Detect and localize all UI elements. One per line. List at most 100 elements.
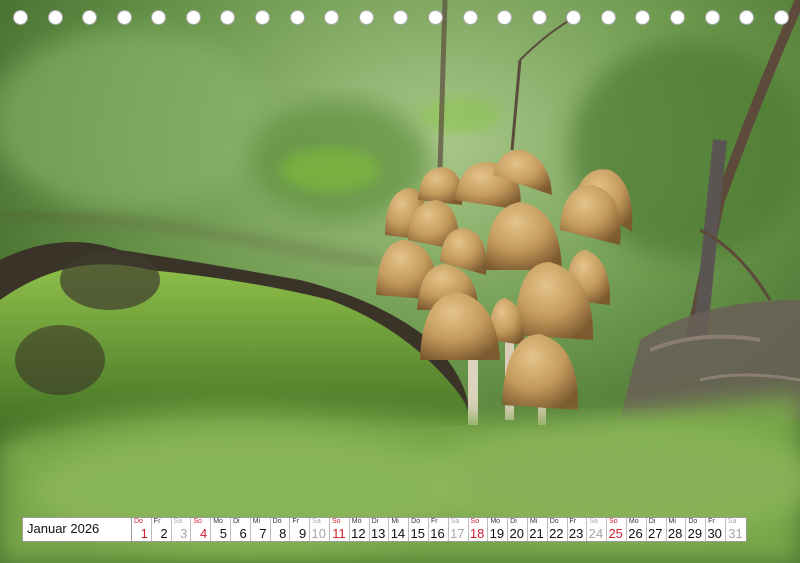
day-cell: Fr 30 (706, 518, 726, 541)
day-cell: So 18 (469, 518, 489, 541)
day-number: 3 (180, 526, 188, 541)
binding-hole (47, 10, 63, 25)
binding-hole (600, 10, 616, 25)
day-cell: Mi 28 (667, 518, 687, 541)
day-number: 5 (219, 526, 227, 541)
day-cell: Mi 14 (389, 518, 410, 541)
day-cell: So 11 (330, 518, 350, 541)
day-cell: Di 20 (508, 518, 528, 541)
day-cell: Fr 9 (290, 518, 311, 541)
weekday-label: So (193, 518, 202, 525)
day-cell: Mi 21 (528, 518, 548, 541)
weekday-label: So (470, 518, 480, 525)
day-number: 6 (239, 526, 247, 541)
day-number: 7 (259, 526, 267, 541)
weekday-label: So (331, 518, 341, 525)
weekday-label: Sa (589, 518, 598, 525)
binding-hole (462, 10, 478, 25)
day-cell: So 4 (191, 518, 212, 541)
binding-hole (635, 10, 651, 25)
day-cell: Sa 17 (449, 518, 469, 541)
day-cell: So 25 (607, 518, 627, 541)
day-number: 30 (707, 526, 722, 541)
day-cell: Fr 16 (429, 518, 449, 541)
binding-hole (151, 10, 167, 25)
day-cell: Mo 26 (627, 518, 647, 541)
day-cell: Mi 7 (251, 518, 271, 541)
weekday-label: Fr (430, 518, 438, 525)
day-number: 1 (140, 526, 148, 541)
binding-hole (427, 10, 443, 25)
binding-hole (531, 10, 547, 25)
binding-hole (566, 10, 582, 25)
calendar-strip: Januar 2026 Do 1 Fr 2 Sa 3 So 4 Mo 5 Di 6 Mi 7 Do 8 Fr 9 S… (22, 517, 747, 542)
day-number: 27 (648, 526, 663, 541)
day-number: 24 (588, 526, 604, 541)
weekday-label: Di (371, 518, 379, 525)
day-cell: Do 15 (409, 518, 429, 541)
day-cell: Di 27 (647, 518, 667, 541)
weekday-label: Di (510, 518, 517, 525)
day-number: 13 (370, 526, 386, 541)
weekday-label: Do (549, 518, 559, 525)
binding-hole (220, 10, 236, 25)
weekday-label: Mi (668, 518, 676, 525)
binding-hole (13, 10, 28, 25)
weekday-label: Sa (312, 518, 321, 525)
day-number: 31 (728, 526, 743, 541)
day-number: 19 (489, 526, 505, 541)
weekday-label: Do (688, 518, 698, 525)
day-number: 15 (410, 526, 425, 541)
day-cell: Sa 31 (726, 518, 746, 541)
weekday-label: Sa (727, 518, 737, 525)
mushroom-photo (0, 0, 800, 563)
day-cell: Mo 19 (488, 518, 509, 541)
weekday-label: Mo (628, 518, 639, 525)
binding-hole (185, 10, 201, 25)
day-number: 26 (628, 526, 643, 541)
day-number: 16 (430, 526, 445, 541)
weekday-label: Do (134, 518, 143, 525)
day-number: 20 (509, 526, 524, 541)
binding-hole (324, 10, 340, 25)
weekday-label: So (609, 518, 618, 525)
day-cell: Di 6 (231, 518, 251, 541)
day-number: 25 (608, 526, 623, 541)
day-cell: Sa 24 (587, 518, 608, 541)
weekday-label: Fr (292, 518, 299, 525)
day-number: 12 (351, 526, 366, 541)
weekday-label: Mo (351, 518, 362, 525)
day-number: 2 (160, 526, 168, 541)
binding-hole (393, 10, 409, 25)
weekday-label: Di (232, 518, 240, 525)
calendar-page: Januar 2026 Do 1 Fr 2 Sa 3 So 4 Mo 5 Di 6 Mi 7 Do 8 Fr 9 S… (0, 0, 800, 563)
weekday-label: Mo (213, 518, 223, 525)
day-number: 4 (199, 526, 208, 541)
weekday-label: Sa (173, 518, 183, 525)
day-number: 14 (390, 526, 406, 541)
day-cell: Di 13 (370, 518, 390, 541)
day-number: 17 (450, 526, 465, 541)
weekday-label: Do (411, 518, 421, 525)
day-cell: Fr 2 (152, 518, 172, 541)
weekday-label: Do (272, 518, 282, 525)
day-number: 21 (529, 526, 544, 541)
month-label: Januar 2026 (23, 518, 132, 541)
day-number: 10 (311, 526, 326, 541)
binding-hole (773, 10, 789, 25)
day-cell: Do 29 (686, 518, 707, 541)
day-cell: Do 1 (132, 518, 152, 541)
weekday-label: Mo (490, 518, 501, 525)
weekday-label: Fr (153, 518, 161, 525)
day-cell: Do 8 (271, 518, 291, 541)
day-cell: Sa 3 (172, 518, 192, 541)
day-cell: Sa 10 (310, 518, 330, 541)
weekday-label: Sa (450, 518, 460, 525)
day-number: 9 (298, 526, 307, 541)
weekday-label: Di (648, 518, 656, 525)
day-number: 28 (667, 526, 683, 541)
day-cell: Mo 5 (211, 518, 231, 541)
binding-hole (497, 10, 513, 25)
weekday-label: Mi (252, 518, 261, 525)
weekday-label: Mi (391, 518, 399, 525)
